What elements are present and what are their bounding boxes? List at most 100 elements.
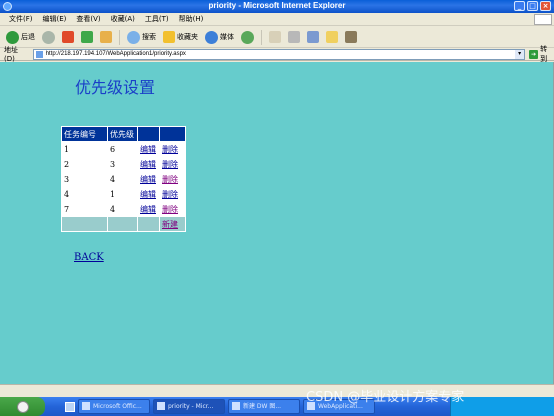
taskbar-item-priority[interactable]: priority - Micr... [153,399,225,414]
back-button-label: 后退 [21,33,35,41]
delete-link[interactable]: 删除 [162,160,178,169]
table-row: 3 4 编辑 删除 [61,171,186,187]
new-link[interactable]: 新建 [162,220,178,229]
print-button[interactable] [286,29,302,46]
cell-task-id: 1 [61,141,108,157]
status-bar [0,384,554,397]
history-button[interactable] [239,29,256,46]
column-header-priority: 优先级 [107,126,138,142]
edit-page-button[interactable] [305,29,321,46]
menu-tools[interactable]: 工具(T) [140,14,174,24]
folder-icon [326,31,338,43]
delete-link[interactable]: 删除 [162,205,178,214]
printer-icon [288,31,300,43]
cell-priority: 3 [107,156,138,172]
cell-priority: 4 [107,201,138,217]
toolbar-separator [119,29,120,45]
menu-view[interactable]: 查看(V) [71,14,105,24]
table-row: 7 4 编辑 删除 [61,201,186,217]
cell-priority: 1 [107,186,138,202]
mail-button[interactable] [267,29,283,46]
star-icon [163,31,175,43]
page-content: 优先级设置 任务编号 优先级 1 6 编辑 删除 2 3 编辑 删除 3 4 编… [0,62,554,384]
stop-icon [62,31,74,43]
go-button[interactable]: ➔ 转到 [529,44,554,64]
mail-icon [269,31,281,43]
edit-link[interactable]: 编辑 [140,145,156,154]
favorites-button[interactable]: 收藏夹 [161,29,200,46]
quick-launch [65,401,75,412]
address-url: http://218.197.194.107/WebApplication1/p… [45,50,186,57]
media-icon [205,30,218,44]
priority-table: 任务编号 优先级 1 6 编辑 删除 2 3 编辑 删除 3 4 编辑 删除 4… [61,126,186,232]
table-footer-row: 新建 [61,216,186,232]
table-row: 1 6 编辑 删除 [61,141,186,157]
quick-launch-icon[interactable] [65,401,75,412]
forward-arrow-icon [42,30,55,44]
refresh-button[interactable] [79,29,95,46]
menu-edit[interactable]: 编辑(E) [38,14,72,24]
menu-file[interactable]: 文件(F) [4,14,38,24]
edit-link[interactable]: 编辑 [140,190,156,199]
refresh-icon [81,31,93,43]
taskbar-item-dw[interactable]: 新建 DW 图... [228,399,300,414]
cell-task-id: 7 [61,201,108,217]
taskbar: Microsoft Offic... priority - Micr... 新建… [0,397,554,416]
go-arrow-icon: ➔ [529,49,539,59]
messenger-button[interactable] [343,29,359,46]
address-dropdown-icon[interactable]: ▾ [515,49,525,59]
window-title: priority - Microsoft Internet Explorer [208,1,346,10]
home-button[interactable] [98,29,114,46]
back-button[interactable]: 后退 [4,29,37,46]
address-label: 地址(D) [4,46,18,63]
table-row: 4 1 编辑 删除 [61,186,186,202]
cell-task-id: 4 [61,186,108,202]
column-header-task-id: 任务编号 [61,126,108,142]
minimize-button[interactable]: _ [514,1,525,11]
stop-button[interactable] [60,29,76,46]
maximize-button[interactable]: □ [527,1,538,11]
media-button-label: 媒体 [220,33,234,41]
media-button[interactable]: 媒体 [203,29,236,46]
home-icon [100,31,112,43]
cell-priority: 4 [107,171,138,187]
delete-link[interactable]: 删除 [162,145,178,154]
delete-link[interactable]: 删除 [162,190,178,199]
edit-page-icon [307,31,319,43]
delete-link[interactable]: 删除 [162,175,178,184]
watermark: CSDN @毕业设计方案专家 [306,390,465,405]
table-row: 2 3 编辑 删除 [61,156,186,172]
start-button[interactable] [0,397,45,416]
page-icon [35,50,43,58]
back-link[interactable]: BACK [74,252,104,263]
window-titlebar: priority - Microsoft Internet Explorer _… [0,0,554,13]
toolbar: 后退 搜索 收藏夹 媒体 [0,27,554,48]
forward-button[interactable] [40,29,57,46]
go-button-label: 转到 [540,45,548,63]
address-input[interactable]: http://218.197.194.107/WebApplication1/p… [32,48,526,60]
edit-link[interactable]: 编辑 [140,175,156,184]
system-tray [450,397,554,416]
address-bar: 地址(D) http://218.197.194.107/WebApplicat… [0,45,554,63]
search-button-label: 搜索 [142,33,156,41]
menu-favorites[interactable]: 收藏(A) [106,14,140,24]
edit-link[interactable]: 编辑 [140,160,156,169]
folder-button[interactable] [324,29,340,46]
search-icon [127,30,140,44]
close-button[interactable]: × [540,1,551,11]
column-header-delete [159,126,186,142]
toolbar-separator [261,29,262,45]
cell-task-id: 2 [61,156,108,172]
favorites-button-label: 收藏夹 [177,33,198,41]
taskbar-item-office[interactable]: Microsoft Offic... [78,399,150,414]
search-button[interactable]: 搜索 [125,29,158,46]
menu-help[interactable]: 帮助(H) [174,14,209,24]
page-title: 优先级设置 [75,78,156,97]
cell-task-id: 3 [61,171,108,187]
column-header-edit [137,126,160,142]
history-icon [241,30,254,44]
start-icon [16,400,29,413]
edit-link[interactable]: 编辑 [140,205,156,214]
windows-logo-icon [534,14,552,25]
window-controls: _ □ × [514,1,551,11]
